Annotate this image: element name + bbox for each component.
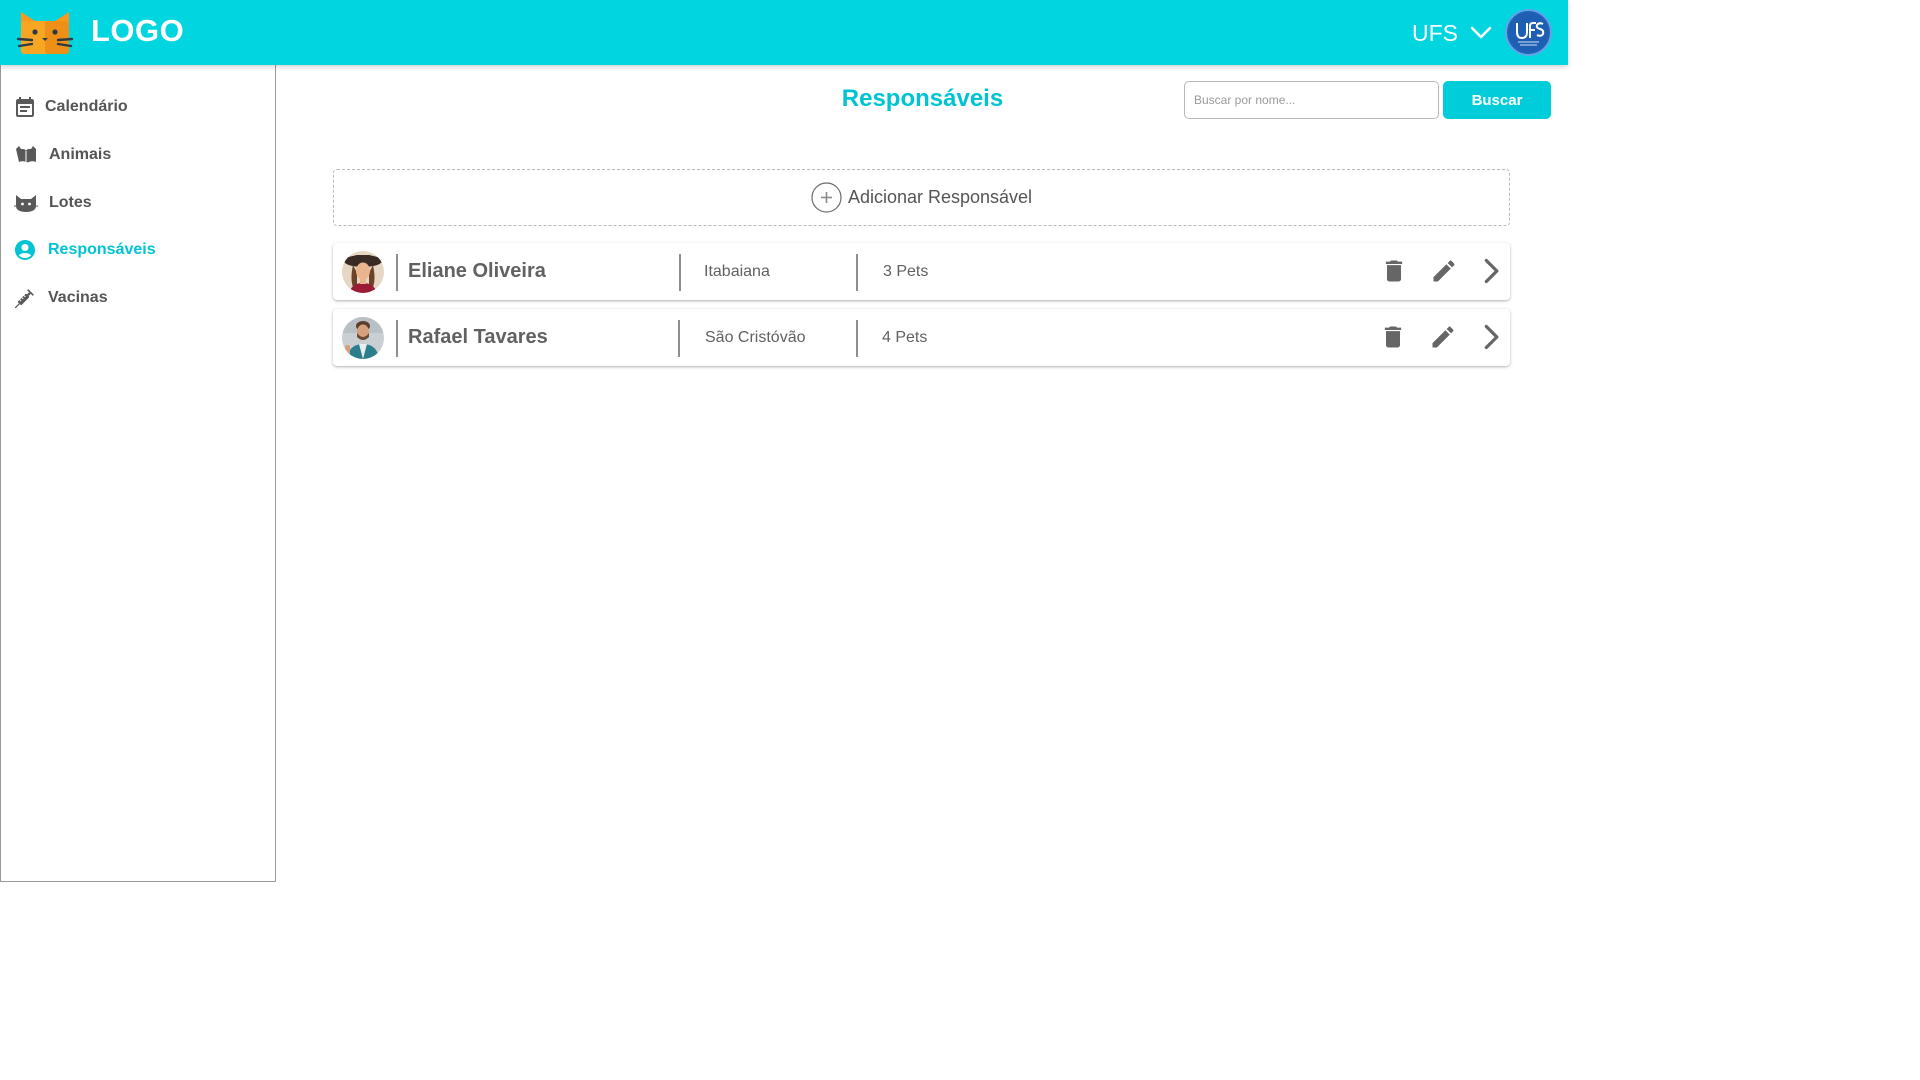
responsavel-city: São Cristóvão xyxy=(705,329,806,346)
account-circle-icon xyxy=(15,240,35,260)
trash-icon[interactable] xyxy=(1380,257,1408,285)
plus-circle-icon xyxy=(811,182,842,213)
avatar xyxy=(342,317,384,359)
sidebar-item-label: Lotes xyxy=(49,194,92,211)
divider xyxy=(678,320,680,357)
sidebar-item-label: Responsáveis xyxy=(48,241,156,258)
sidebar: Calendário Animais Lotes Responsáveis Va… xyxy=(0,65,276,882)
calendar-icon xyxy=(16,97,34,117)
cat-book-icon xyxy=(16,146,36,163)
responsavel-city: Itabaiana xyxy=(704,263,770,280)
responsavel-row[interactable]: Eliane Oliveira Itabaiana 3 Pets xyxy=(333,243,1510,300)
chevron-right-icon[interactable] xyxy=(1477,323,1505,351)
avatar xyxy=(342,251,384,293)
logo-text: LOGO xyxy=(91,13,185,48)
divider xyxy=(679,254,681,291)
sidebar-item-label: Calendário xyxy=(45,98,128,115)
responsavel-pets: 3 Pets xyxy=(883,263,929,280)
divider xyxy=(396,254,398,291)
search-button[interactable]: Buscar xyxy=(1443,81,1551,119)
syringe-icon xyxy=(14,289,34,309)
responsavel-pets: 4 Pets xyxy=(882,329,928,346)
responsavel-name: Rafael Tavares xyxy=(408,326,548,348)
responsavel-row[interactable]: Rafael Tavares São Cristóvão 4 Pets xyxy=(333,309,1510,366)
page-title: Responsáveis xyxy=(841,85,1004,112)
add-responsavel-button[interactable]: Adicionar Responsável xyxy=(333,169,1510,226)
cat-logo-icon xyxy=(16,12,74,54)
divider xyxy=(856,320,858,357)
cat-face-icon xyxy=(14,195,38,212)
sidebar-item-vacinas[interactable]: Vacinas xyxy=(1,278,275,318)
search-input[interactable] xyxy=(1184,81,1439,119)
divider xyxy=(856,254,858,291)
edit-pencil-icon[interactable] xyxy=(1430,257,1458,285)
org-switcher[interactable]: UFS xyxy=(1412,14,1492,52)
sidebar-item-animais[interactable]: Animais xyxy=(1,135,275,175)
add-responsavel-label: Adicionar Responsável xyxy=(847,187,1033,207)
sidebar-item-label: Animais xyxy=(49,146,112,163)
sidebar-item-responsaveis[interactable]: Responsáveis xyxy=(1,230,275,270)
edit-pencil-icon[interactable] xyxy=(1429,323,1457,351)
trash-icon[interactable] xyxy=(1379,323,1407,351)
org-label: UFS xyxy=(1412,19,1458,46)
sidebar-item-lotes[interactable]: Lotes xyxy=(1,183,275,223)
org-avatar[interactable] xyxy=(1505,9,1552,56)
top-bar: LOGO UFS xyxy=(0,0,1568,65)
divider xyxy=(396,320,398,357)
sidebar-item-label: Vacinas xyxy=(48,289,108,306)
chevron-down-icon xyxy=(1470,26,1492,39)
responsavel-name: Eliane Oliveira xyxy=(408,260,546,282)
sidebar-item-calendario[interactable]: Calendário xyxy=(1,87,275,127)
ufs-seal-icon xyxy=(1508,12,1549,53)
chevron-right-icon[interactable] xyxy=(1477,257,1505,285)
